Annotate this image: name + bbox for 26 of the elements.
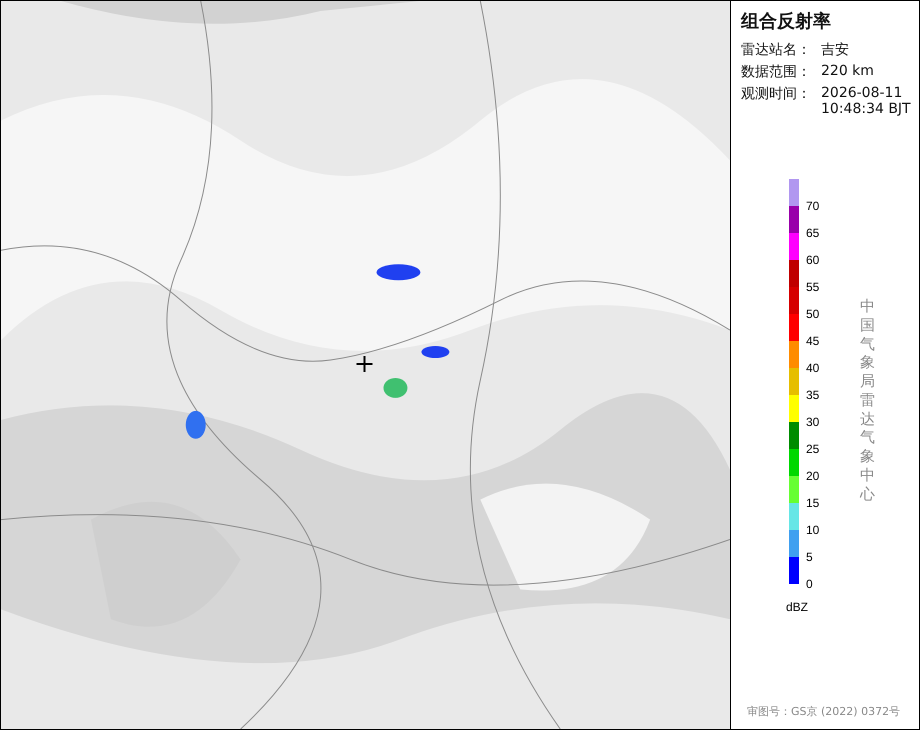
legend-label: 35	[806, 388, 820, 402]
legend-label: 5	[806, 550, 813, 564]
legend-label: 65	[806, 226, 820, 240]
legend-label: 50	[806, 307, 820, 321]
field-value: 2026-08-11	[821, 85, 904, 101]
field-value: 220 km	[821, 63, 874, 79]
legend-label: 0	[806, 577, 813, 591]
legend-label: 55	[806, 280, 820, 294]
legend-label: 40	[806, 361, 820, 375]
field-label: 数据范围：	[741, 63, 812, 81]
legend-label: 70	[806, 199, 820, 213]
credit-text: 中国气象局雷达气象中心	[860, 297, 875, 504]
legend-label: 10	[806, 523, 820, 537]
field-value: 10:48:34 BJT	[821, 101, 911, 117]
legend-label: 45	[806, 334, 820, 348]
approval-number: 审图号：GS京 (2022) 0372号	[747, 704, 902, 719]
legend-label: 30	[806, 415, 820, 429]
field-label: 观测时间：	[741, 85, 812, 104]
legend-unit: dBZ	[786, 600, 810, 614]
legend-label: 25	[806, 442, 820, 456]
field-label: 雷达站名：	[741, 41, 812, 59]
panel-title: 组合反射率	[741, 10, 832, 34]
legend-label: 60	[806, 253, 820, 267]
legend-label: 20	[806, 469, 820, 483]
field-value: 吉安	[821, 41, 849, 59]
legend-label: 15	[806, 496, 820, 510]
